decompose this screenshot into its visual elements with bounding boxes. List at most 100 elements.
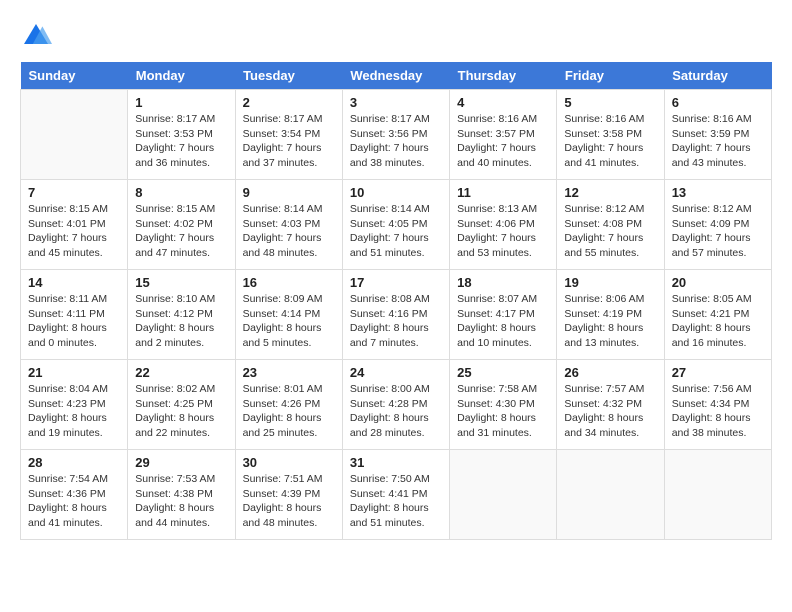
day-cell: 28 Sunrise: 7:54 AM Sunset: 4:36 PM Dayli… [21, 450, 128, 540]
day-info: Sunrise: 8:14 AM Sunset: 4:03 PM Dayligh… [243, 202, 335, 261]
day-number: 1 [135, 95, 227, 110]
day-cell: 10 Sunrise: 8:14 AM Sunset: 4:05 PM Dayli… [342, 180, 449, 270]
day-info: Sunrise: 8:08 AM Sunset: 4:16 PM Dayligh… [350, 292, 442, 351]
day-number: 14 [28, 275, 120, 290]
weekday-header-wednesday: Wednesday [342, 62, 449, 90]
day-info: Sunrise: 8:17 AM Sunset: 3:56 PM Dayligh… [350, 112, 442, 171]
day-cell: 31 Sunrise: 7:50 AM Sunset: 4:41 PM Dayli… [342, 450, 449, 540]
day-number: 11 [457, 185, 549, 200]
day-info: Sunrise: 8:16 AM Sunset: 3:58 PM Dayligh… [564, 112, 656, 171]
weekday-header-saturday: Saturday [664, 62, 771, 90]
day-number: 16 [243, 275, 335, 290]
day-info: Sunrise: 7:54 AM Sunset: 4:36 PM Dayligh… [28, 472, 120, 531]
week-row-3: 14 Sunrise: 8:11 AM Sunset: 4:11 PM Dayli… [21, 270, 772, 360]
day-number: 29 [135, 455, 227, 470]
day-info: Sunrise: 8:12 AM Sunset: 4:09 PM Dayligh… [672, 202, 764, 261]
day-number: 26 [564, 365, 656, 380]
day-info: Sunrise: 8:01 AM Sunset: 4:26 PM Dayligh… [243, 382, 335, 441]
day-info: Sunrise: 8:16 AM Sunset: 3:59 PM Dayligh… [672, 112, 764, 171]
day-number: 7 [28, 185, 120, 200]
day-number: 20 [672, 275, 764, 290]
day-cell: 13 Sunrise: 8:12 AM Sunset: 4:09 PM Dayli… [664, 180, 771, 270]
day-cell: 27 Sunrise: 7:56 AM Sunset: 4:34 PM Dayli… [664, 360, 771, 450]
day-info: Sunrise: 8:07 AM Sunset: 4:17 PM Dayligh… [457, 292, 549, 351]
day-cell: 7 Sunrise: 8:15 AM Sunset: 4:01 PM Daylig… [21, 180, 128, 270]
day-number: 27 [672, 365, 764, 380]
day-number: 23 [243, 365, 335, 380]
weekday-header-friday: Friday [557, 62, 664, 90]
day-number: 21 [28, 365, 120, 380]
day-number: 10 [350, 185, 442, 200]
page-header [20, 20, 772, 52]
day-cell: 20 Sunrise: 8:05 AM Sunset: 4:21 PM Dayli… [664, 270, 771, 360]
day-number: 31 [350, 455, 442, 470]
day-cell: 23 Sunrise: 8:01 AM Sunset: 4:26 PM Dayli… [235, 360, 342, 450]
day-cell: 16Sunrise: 8:09 AM Sunset: 4:14 PM Dayli… [235, 270, 342, 360]
weekday-header-thursday: Thursday [450, 62, 557, 90]
day-number: 22 [135, 365, 227, 380]
day-info: Sunrise: 8:14 AM Sunset: 4:05 PM Dayligh… [350, 202, 442, 261]
day-cell: 19 Sunrise: 8:06 AM Sunset: 4:19 PM Dayli… [557, 270, 664, 360]
day-number: 28 [28, 455, 120, 470]
day-cell: 6 Sunrise: 8:16 AM Sunset: 3:59 PM Daylig… [664, 90, 771, 180]
day-info: Sunrise: 8:16 AM Sunset: 3:57 PM Dayligh… [457, 112, 549, 171]
day-cell: 5 Sunrise: 8:16 AM Sunset: 3:58 PM Daylig… [557, 90, 664, 180]
day-cell: 12 Sunrise: 8:12 AM Sunset: 4:08 PM Dayli… [557, 180, 664, 270]
day-info: Sunrise: 8:10 AM Sunset: 4:12 PM Dayligh… [135, 292, 227, 351]
day-number: 19 [564, 275, 656, 290]
logo [20, 20, 56, 52]
day-cell: 26Sunrise: 7:57 AM Sunset: 4:32 PM Dayli… [557, 360, 664, 450]
day-cell: 18Sunrise: 8:07 AM Sunset: 4:17 PM Dayli… [450, 270, 557, 360]
day-cell: 22 Sunrise: 8:02 AM Sunset: 4:25 PM Dayli… [128, 360, 235, 450]
day-info: Sunrise: 8:02 AM Sunset: 4:25 PM Dayligh… [135, 382, 227, 441]
day-cell: 3 Sunrise: 8:17 AM Sunset: 3:56 PM Daylig… [342, 90, 449, 180]
day-info: Sunrise: 7:58 AM Sunset: 4:30 PM Dayligh… [457, 382, 549, 441]
day-cell [557, 450, 664, 540]
day-cell: 30 Sunrise: 7:51 AM Sunset: 4:39 PM Dayli… [235, 450, 342, 540]
day-info: Sunrise: 7:53 AM Sunset: 4:38 PM Dayligh… [135, 472, 227, 531]
day-cell: 4Sunrise: 8:16 AM Sunset: 3:57 PM Daylig… [450, 90, 557, 180]
day-info: Sunrise: 8:12 AM Sunset: 4:08 PM Dayligh… [564, 202, 656, 261]
calendar-table: SundayMondayTuesdayWednesdayThursdayFrid… [20, 62, 772, 540]
week-row-5: 28 Sunrise: 7:54 AM Sunset: 4:36 PM Dayli… [21, 450, 772, 540]
day-info: Sunrise: 8:11 AM Sunset: 4:11 PM Dayligh… [28, 292, 120, 351]
day-cell: 21 Sunrise: 8:04 AM Sunset: 4:23 PM Dayli… [21, 360, 128, 450]
day-info: Sunrise: 7:51 AM Sunset: 4:39 PM Dayligh… [243, 472, 335, 531]
day-number: 5 [564, 95, 656, 110]
day-number: 30 [243, 455, 335, 470]
day-cell: 8Sunrise: 8:15 AM Sunset: 4:02 PM Daylig… [128, 180, 235, 270]
day-cell: 17 Sunrise: 8:08 AM Sunset: 4:16 PM Dayli… [342, 270, 449, 360]
day-cell [21, 90, 128, 180]
weekday-header-tuesday: Tuesday [235, 62, 342, 90]
day-info: Sunrise: 8:06 AM Sunset: 4:19 PM Dayligh… [564, 292, 656, 351]
day-info: Sunrise: 8:05 AM Sunset: 4:21 PM Dayligh… [672, 292, 764, 351]
day-number: 24 [350, 365, 442, 380]
logo-icon [20, 20, 52, 52]
day-info: Sunrise: 8:00 AM Sunset: 4:28 PM Dayligh… [350, 382, 442, 441]
day-number: 13 [672, 185, 764, 200]
day-info: Sunrise: 7:50 AM Sunset: 4:41 PM Dayligh… [350, 472, 442, 531]
day-info: Sunrise: 7:56 AM Sunset: 4:34 PM Dayligh… [672, 382, 764, 441]
day-cell: 2 Sunrise: 8:17 AM Sunset: 3:54 PM Daylig… [235, 90, 342, 180]
day-number: 15 [135, 275, 227, 290]
day-cell: 9Sunrise: 8:14 AM Sunset: 4:03 PM Daylig… [235, 180, 342, 270]
day-cell [664, 450, 771, 540]
day-number: 3 [350, 95, 442, 110]
day-number: 12 [564, 185, 656, 200]
day-number: 17 [350, 275, 442, 290]
day-info: Sunrise: 8:13 AM Sunset: 4:06 PM Dayligh… [457, 202, 549, 261]
day-info: Sunrise: 8:15 AM Sunset: 4:01 PM Dayligh… [28, 202, 120, 261]
weekday-header-row: SundayMondayTuesdayWednesdayThursdayFrid… [21, 62, 772, 90]
day-info: Sunrise: 8:17 AM Sunset: 3:54 PM Dayligh… [243, 112, 335, 171]
day-info: Sunrise: 8:04 AM Sunset: 4:23 PM Dayligh… [28, 382, 120, 441]
day-cell: 14 Sunrise: 8:11 AM Sunset: 4:11 PM Dayli… [21, 270, 128, 360]
day-number: 6 [672, 95, 764, 110]
day-number: 2 [243, 95, 335, 110]
day-number: 8 [135, 185, 227, 200]
day-cell: 29 Sunrise: 7:53 AM Sunset: 4:38 PM Dayli… [128, 450, 235, 540]
day-info: Sunrise: 8:17 AM Sunset: 3:53 PM Dayligh… [135, 112, 227, 171]
day-cell: 11 Sunrise: 8:13 AM Sunset: 4:06 PM Dayli… [450, 180, 557, 270]
day-cell: 1 Sunrise: 8:17 AM Sunset: 3:53 PM Daylig… [128, 90, 235, 180]
week-row-2: 7 Sunrise: 8:15 AM Sunset: 4:01 PM Daylig… [21, 180, 772, 270]
week-row-1: 1 Sunrise: 8:17 AM Sunset: 3:53 PM Daylig… [21, 90, 772, 180]
